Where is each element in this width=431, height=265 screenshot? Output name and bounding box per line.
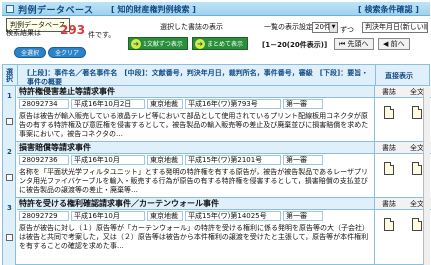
document-icon[interactable] bbox=[412, 218, 422, 231]
show-together-button[interactable]: ➜ まとめて表示 bbox=[192, 37, 249, 50]
clear-all-button[interactable]: 全クリア bbox=[48, 47, 87, 58]
biblio-label: 書誌 bbox=[375, 198, 403, 210]
instance: 第一審 bbox=[283, 211, 323, 221]
col-info-header: [上段]：事件名／著名事件名 [中段]：文献番号，判決年月日，裁判所名，事件番号… bbox=[27, 69, 369, 86]
first-page-label: 先頭へ bbox=[347, 40, 369, 48]
table-row: 3 特許を受ける権利確認請求事件／カーテンウォール事件 28092729 平成1… bbox=[2, 198, 431, 265]
database-icon bbox=[6, 5, 14, 13]
row-number: 2 bbox=[7, 148, 12, 156]
count-suffix: 件です。 bbox=[88, 31, 116, 39]
case-title[interactable]: 特許を受ける権利確認請求事件／カーテンウォール事件 bbox=[17, 198, 374, 210]
instance: 第一審 bbox=[283, 99, 323, 109]
prev-page-icon: ◀ bbox=[383, 40, 391, 48]
direct-links: 書誌 全文 bbox=[374, 142, 431, 198]
col-links-header: 直接表示 bbox=[385, 72, 413, 80]
per-page-label: 一覧の表示設定 bbox=[264, 23, 313, 31]
row-number-cell: 3 bbox=[2, 198, 16, 265]
case-number: 平成16年(ワ)第793号 bbox=[185, 99, 281, 109]
judgment-date: 平成16年10月 bbox=[71, 211, 145, 221]
row-number: 1 bbox=[7, 92, 12, 100]
document-icon[interactable] bbox=[412, 106, 422, 119]
col-select-header: 選択 bbox=[6, 68, 13, 83]
row-checkbox[interactable] bbox=[6, 174, 13, 181]
doc-number: 28092729 bbox=[19, 211, 69, 221]
row-number: 3 bbox=[7, 204, 12, 212]
table-header: 選択 [上段]：事件名／著名事件名 [中段]：文献番号，判決年月日，裁判所名，事… bbox=[2, 64, 430, 87]
app-title: 判例データベース bbox=[18, 6, 94, 16]
case-number: 平成15年(ワ)第2101号 bbox=[185, 155, 281, 165]
judgment-date: 平成16年10月 bbox=[71, 155, 145, 165]
row-checkbox[interactable] bbox=[6, 118, 13, 125]
case-title[interactable]: 特許権侵害差止等請求事件 bbox=[17, 86, 374, 98]
doc-number: 28092734 bbox=[19, 99, 69, 109]
per-page-suffix: ずつ bbox=[340, 26, 354, 34]
prev-page-button[interactable]: ◀ 前へ bbox=[378, 38, 410, 50]
direct-links: 書誌 全文 bbox=[374, 86, 431, 142]
case-meta: 28092736 平成16年10月 東京地裁 平成15年(ワ)第2101号 第一… bbox=[17, 154, 374, 166]
document-icon[interactable] bbox=[384, 218, 394, 231]
case-number: 平成15年(ワ)第14025号 bbox=[185, 211, 281, 221]
case-meta: 28092729 平成16年10月 東京地裁 平成15年(ワ)第14025号 第… bbox=[17, 210, 374, 222]
arrow-right-icon: ➜ bbox=[195, 39, 205, 49]
vertical-scrollbar[interactable] bbox=[423, 88, 430, 265]
search-conditions-link[interactable]: [ 検索条件確認 ] bbox=[358, 4, 419, 15]
range-text: [1－20(20件表示)] bbox=[262, 41, 328, 49]
table-row: 2 損害賠償等請求事件 28092736 平成16年10月 東京地裁 平成15年… bbox=[2, 142, 431, 198]
document-icon[interactable] bbox=[384, 106, 394, 119]
select-all-button[interactable]: 全選択 bbox=[14, 47, 47, 58]
doc-number: 28092736 bbox=[19, 155, 69, 165]
per-page-select[interactable]: 20件 ▼ bbox=[312, 22, 338, 33]
show-together-label: まとめて表示 bbox=[207, 41, 244, 48]
row-number-cell: 2 bbox=[2, 142, 16, 198]
arrow-right-icon: ➜ bbox=[131, 39, 141, 49]
title-bar: 判例データベース [ 知的財産権判例検索 ] [ 検索条件確認 ] bbox=[2, 2, 430, 16]
direct-links: 書誌 全文 bbox=[374, 198, 431, 265]
result-count: 293 bbox=[60, 23, 86, 37]
case-meta: 28092734 平成16年10月2日 東京地裁 平成16年(ワ)第793号 第… bbox=[17, 98, 374, 110]
court-name: 東京地裁 bbox=[147, 211, 183, 221]
document-icon[interactable] bbox=[412, 162, 422, 175]
case-summary: 名称を「平面状光学フィルタユニット」とする発明の特許権を有する原告が，被告が被告… bbox=[19, 168, 369, 194]
instance: 第一審 bbox=[283, 155, 323, 165]
table-row: 1 特許権侵害差止等請求事件 28092734 平成16年10月2日 東京地裁 … bbox=[2, 86, 431, 142]
document-icon[interactable] bbox=[384, 162, 394, 175]
case-title[interactable]: 損害賠償等請求事件 bbox=[17, 142, 374, 154]
one-by-one-button[interactable]: ➜ 1文献ずつ表示 bbox=[128, 37, 188, 50]
count-label: 検索結果は bbox=[6, 29, 41, 37]
sort-select[interactable]: 判決年月日(新しい順) bbox=[362, 22, 428, 33]
header-divider bbox=[17, 65, 18, 87]
selected-display-label: 選択した書誌の表示 bbox=[160, 23, 223, 31]
results-table: 選択 [上段]：事件名／著名事件名 [中段]：文献番号，判決年月日，裁判所名，事… bbox=[2, 64, 431, 265]
case-summary: 原告が被告に対し（１）原告等が「カーテンウォール」の特許を受ける権利に係る発明を… bbox=[19, 224, 369, 250]
row-checkbox[interactable] bbox=[6, 234, 13, 241]
judgment-date: 平成16年10月2日 bbox=[71, 99, 145, 109]
first-page-button[interactable]: ⏮ 先頭へ bbox=[334, 38, 374, 50]
header-divider bbox=[375, 65, 376, 87]
row-number-cell: 1 bbox=[2, 86, 16, 142]
one-by-one-label: 1文献ずつ表示 bbox=[143, 41, 183, 48]
first-page-icon: ⏮ bbox=[339, 40, 348, 48]
biblio-label: 書誌 bbox=[375, 86, 403, 98]
biblio-label: 書誌 bbox=[375, 142, 403, 154]
court-name: 東京地裁 bbox=[147, 99, 183, 109]
court-name: 東京地裁 bbox=[147, 155, 183, 165]
case-summary: 原告は被告が輸入販売している液晶テレビ等において部品として使用されているプリント… bbox=[19, 112, 369, 138]
app-subtitle: [ 知的財産権判例検索 ] bbox=[111, 5, 196, 14]
prev-page-label: 前へ bbox=[390, 40, 405, 48]
chevron-down-icon: ▼ bbox=[329, 23, 337, 32]
